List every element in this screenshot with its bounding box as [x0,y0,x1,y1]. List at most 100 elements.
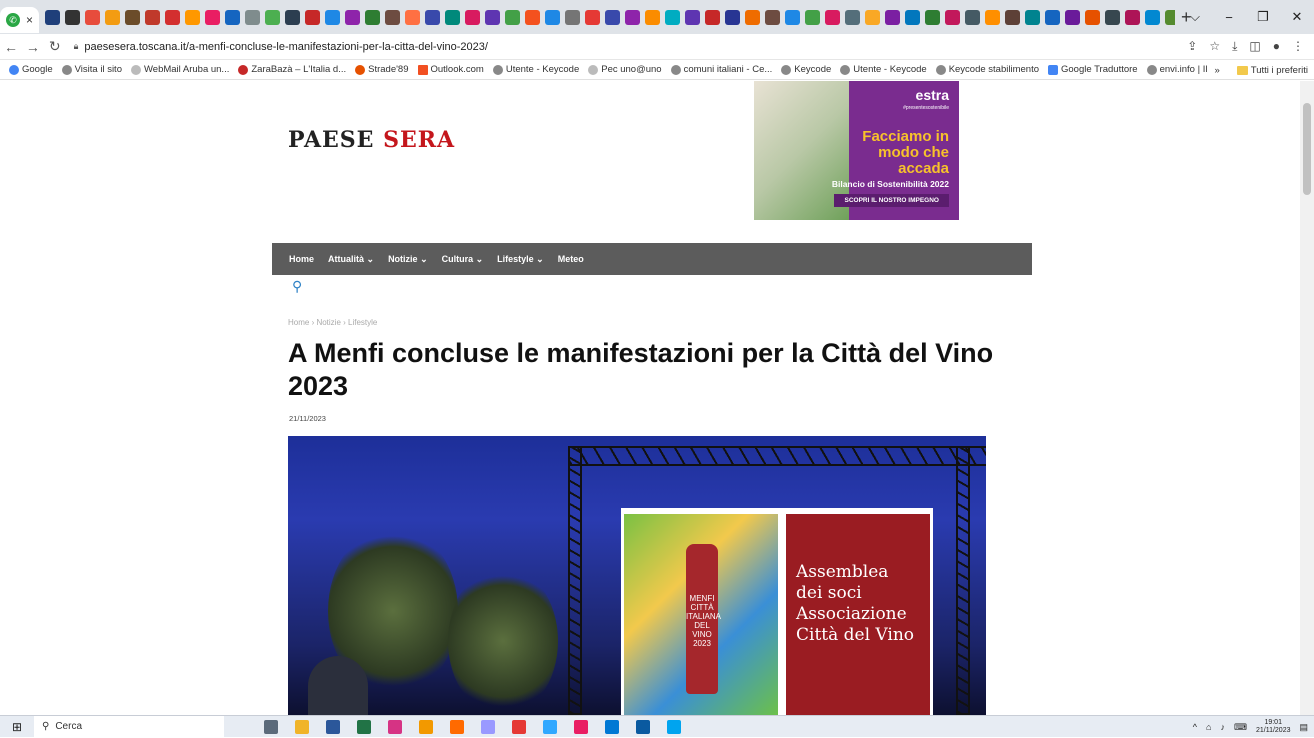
taskbar-app-icon[interactable] [264,719,278,734]
bookmark-item[interactable]: Google [9,64,53,75]
pinned-tab-icon[interactable] [365,9,381,25]
pinned-tab-icon[interactable] [85,9,101,25]
pinned-tab-icon[interactable] [505,9,521,25]
windows-start-icon[interactable]: ⊞ [0,720,34,734]
taskbar-app-icon[interactable] [295,719,309,734]
pinned-tab-icon[interactable] [585,9,601,25]
all-bookmarks-folder[interactable]: Tutti i preferiti [1236,65,1308,76]
menu-attualita[interactable]: Attualità ⌄ [328,254,374,265]
pinned-tab-icon[interactable] [945,9,961,25]
tab-search-button[interactable]: ⌵ [1178,9,1212,25]
sidepanel-icon[interactable]: ◫ [1249,39,1260,54]
taskbar-app-icon[interactable] [512,719,526,734]
pinned-tab-icon[interactable] [845,9,861,25]
profile-avatar[interactable]: ● [1273,39,1280,54]
reload-icon[interactable]: ↻ [44,38,66,55]
taskbar-search[interactable]: ⚲ Cerca [34,715,224,738]
bookmark-item[interactable]: Utente - Keycode [492,64,579,75]
pinned-tab-icon[interactable] [405,9,421,25]
pinned-tab-icon[interactable] [145,9,161,25]
bookmark-item[interactable]: comuni italiani - Ce... [670,64,772,75]
url-text[interactable]: paesesera.toscana.it/a-menfi-concluse-le… [84,41,488,53]
address-bar[interactable]: 🔒︎ paesesera.toscana.it/a-menfi-concluse… [74,36,1188,58]
bookmark-item[interactable]: Outlook.com [417,64,484,75]
pinned-tab-icon[interactable] [565,9,581,25]
pinned-tab-icon[interactable] [1005,9,1021,25]
bookmark-item[interactable]: Visita il sito [61,64,122,75]
restore-button[interactable]: ❐ [1246,9,1280,25]
taskbar-app-icon[interactable] [543,719,557,734]
network-icon[interactable]: ⌂ [1206,722,1211,732]
tab-close-icon[interactable]: × [26,13,33,27]
menu-home[interactable]: Home [289,254,314,264]
taskbar-app-icon[interactable] [419,719,433,734]
pinned-tab-icon[interactable] [1125,9,1141,25]
pinned-tab-icon[interactable] [765,9,781,25]
download-icon[interactable]: ⤓ [1232,39,1237,54]
pinned-tab-icon[interactable] [1105,9,1121,25]
pinned-tab-icon[interactable] [125,9,141,25]
pinned-tab-icon[interactable] [665,9,681,25]
pinned-tab-icon[interactable] [865,9,881,25]
bookmarks-more-button[interactable]: » [1215,65,1220,76]
taskbar-app-icon[interactable] [388,719,402,734]
taskbar-app-icon[interactable] [605,719,619,734]
page-scrollbar[interactable] [1300,81,1314,715]
site-logo[interactable]: PAESE SERA [288,127,455,153]
menu-meteo[interactable]: Meteo [558,254,584,264]
share-icon[interactable]: ⇪ [1187,39,1197,54]
notifications-icon[interactable]: ▤ [1299,722,1308,733]
menu-icon[interactable]: ⋮ [1292,39,1304,54]
pinned-tab-icon[interactable] [525,9,541,25]
pinned-tab-icon[interactable] [965,9,981,25]
keyboard-icon[interactable]: ⌨ [1234,722,1247,733]
tray-chevron-icon[interactable]: ^ [1193,722,1197,732]
pinned-tab-icon[interactable] [685,9,701,25]
taskbar-app-icon[interactable] [574,719,588,734]
minimize-button[interactable]: − [1212,10,1246,25]
pinned-tab-icon[interactable] [205,9,221,25]
forward-icon[interactable]: → [22,39,44,55]
pinned-tab-icon[interactable] [745,9,761,25]
pinned-tab-icon[interactable] [645,9,661,25]
pinned-tab-icon[interactable] [925,9,941,25]
pinned-tab-icon[interactable] [165,9,181,25]
bookmark-item[interactable]: Keycode [781,64,831,75]
clock[interactable]: 19:01 21/11/2023 [1256,719,1291,735]
bookmark-item[interactable]: Pec uno@uno [588,64,662,75]
menu-cultura[interactable]: Cultura ⌄ [442,254,484,265]
pinned-tab-icon[interactable] [265,9,281,25]
pinned-tab-icon[interactable] [1045,9,1061,25]
close-window-button[interactable]: ✕ [1280,9,1314,25]
bookmark-item[interactable]: Strade'89 [355,64,409,75]
back-icon[interactable]: ← [0,39,22,55]
pinned-tab-icon[interactable] [805,9,821,25]
bookmark-item[interactable]: Keycode stabilimento [935,64,1039,75]
pinned-tab-icon[interactable] [885,9,901,25]
pinned-tab-icon[interactable] [45,9,61,25]
pinned-tab-icon[interactable] [725,9,741,25]
search-icon[interactable]: ⚲ [292,278,302,295]
ad-banner[interactable]: estra #presentesostenibile Facciamo in m… [754,81,959,220]
pinned-tab-icon[interactable] [65,9,81,25]
pinned-tab-icon[interactable] [425,9,441,25]
pinned-tab-icon[interactable] [705,9,721,25]
taskbar-app-icon[interactable] [667,719,681,734]
pinned-tab-icon[interactable] [385,9,401,25]
pinned-tab-icon[interactable] [625,9,641,25]
pinned-tab-icon[interactable] [825,9,841,25]
pinned-tab-icon[interactable] [445,9,461,25]
scrollbar-thumb[interactable] [1303,103,1311,195]
menu-notizie[interactable]: Notizie ⌄ [388,254,428,265]
pinned-tab-icon[interactable] [1145,9,1161,25]
bookmark-item[interactable]: ZaraBazà – L'Italia d... [238,64,346,75]
pinned-tab-icon[interactable] [1065,9,1081,25]
pinned-tab-icon[interactable] [1085,9,1101,25]
taskbar-app-icon[interactable] [481,719,495,734]
breadcrumb[interactable]: Home › Notizie › Lifestyle [288,318,377,327]
pinned-tab-icon[interactable] [1165,9,1176,25]
pinned-tab-icon[interactable] [345,9,361,25]
pinned-tab-icon[interactable] [545,9,561,25]
bookmark-star-icon[interactable]: ☆ [1209,39,1220,54]
ad-cta-button[interactable]: SCOPRI IL NOSTRO IMPEGNO [834,194,949,207]
